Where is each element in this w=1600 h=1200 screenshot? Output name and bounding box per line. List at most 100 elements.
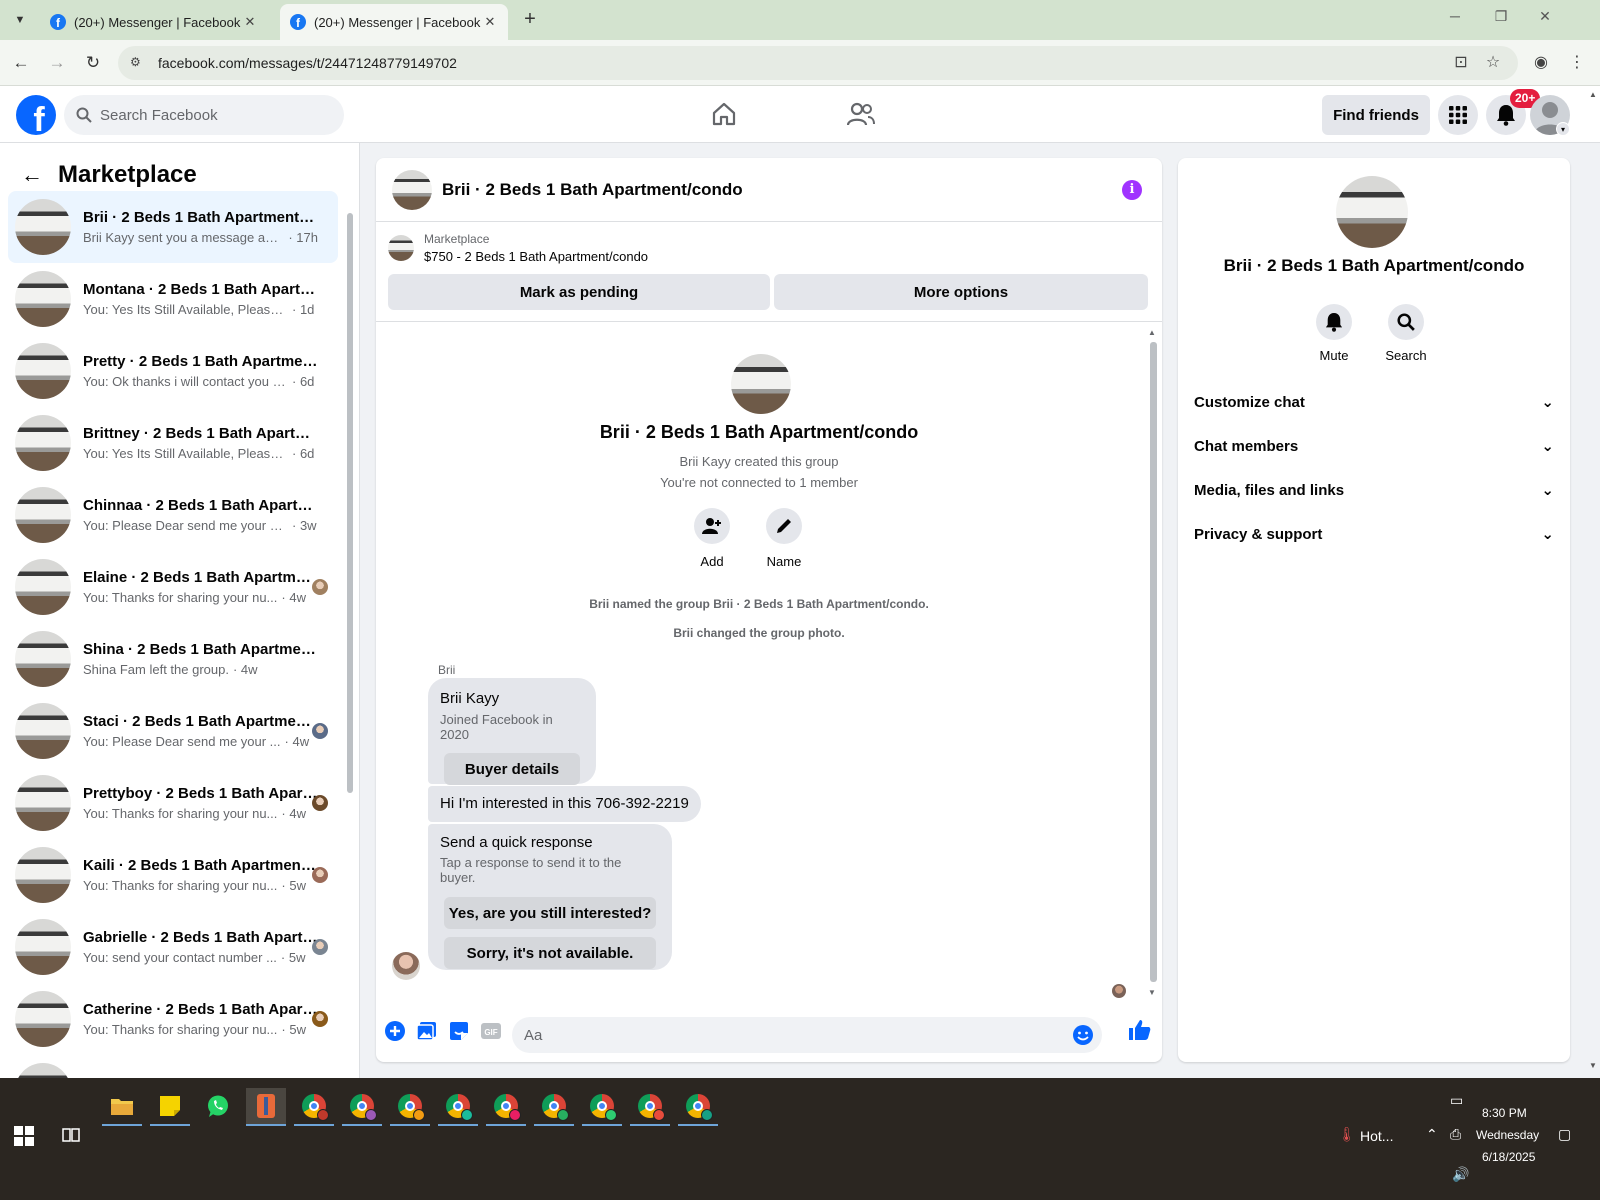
facebook-search-bar[interactable] (64, 95, 344, 135)
more-options-button[interactable]: More options (774, 274, 1148, 310)
conversation-item[interactable]: Shina · 2 Beds 1 Bath Apartment/condo Shi… (8, 623, 338, 695)
add-member-button[interactable]: Add (682, 508, 742, 569)
mark-as-pending-button[interactable]: Mark as pending (388, 274, 770, 310)
conversation-item[interactable]: Elaine · 2 Beds 1 Bath Apartment/condo Yo… (8, 551, 338, 623)
buyer-avatar[interactable] (392, 952, 420, 980)
volume-icon[interactable]: 🔊 (1452, 1166, 1469, 1183)
conversation-item[interactable]: Chinnaa · 2 Beds 1 Bath Apartment/condo Y… (8, 479, 338, 551)
emoji-icon[interactable] (1072, 1024, 1094, 1046)
back-button[interactable]: ← (8, 50, 34, 76)
profile-icon[interactable]: ◉ (1530, 52, 1552, 72)
clock-date[interactable]: 6/18/2025 (1482, 1150, 1535, 1164)
chrome-taskbar-button[interactable] (486, 1088, 526, 1126)
conversation-item[interactable]: Pretty · 2 Beds 1 Bath Apartment/condo Yo… (8, 335, 338, 407)
conversation-item[interactable]: Catherine · 2 Beds 1 Bath Apartment/cond… (8, 983, 338, 1055)
conversation-item[interactable]: Montana · 2 Beds 1 Bath Apartment/condo Y… (8, 263, 338, 335)
weather-thermometer-icon[interactable]: 🌡 (1338, 1126, 1356, 1143)
close-window-button[interactable]: ✕ (1530, 8, 1560, 32)
chrome-taskbar-button[interactable] (678, 1088, 718, 1126)
conversation-item[interactable]: Gabrielle · 2 Beds 1 Bath Apartment/cond… (8, 911, 338, 983)
bookmark-star-icon[interactable]: ☆ (1482, 52, 1504, 72)
sidebar-scrollbar[interactable] (346, 201, 354, 1061)
browser-menu-icon[interactable]: ⋮ (1566, 52, 1588, 72)
weather-text[interactable]: Hot... (1360, 1128, 1393, 1144)
scrollbar-thumb[interactable] (347, 213, 353, 793)
chrome-taskbar-button[interactable] (294, 1088, 334, 1126)
quick-response-interested-button[interactable]: Yes, are you still interested? (444, 897, 656, 929)
chrome-taskbar-button[interactable] (630, 1088, 670, 1126)
conversation-item[interactable]: Staci · 2 Beds 1 Bath Apartment/condo You… (8, 695, 338, 767)
home-nav-button[interactable] (704, 96, 744, 132)
name-group-button[interactable]: Name (754, 508, 814, 569)
chat-title[interactable]: Brii · 2 Beds 1 Bath Apartment/condo (442, 180, 743, 200)
windows-start-icon[interactable] (14, 1126, 34, 1146)
quick-response-unavailable-button[interactable]: Sorry, it's not available. (444, 937, 656, 969)
scrollbar-thumb[interactable] (1150, 342, 1157, 982)
new-tab-button[interactable]: + (518, 8, 542, 32)
browser-tab-2[interactable]: f (20+) Messenger | Facebook ✕ (280, 4, 508, 40)
gif-icon[interactable]: GIF (480, 1020, 502, 1042)
scroll-up-icon[interactable]: ▲ (1589, 90, 1597, 99)
page-scrollbar[interactable]: ▲ ▼ (1586, 86, 1600, 1078)
customize-chat-section[interactable]: Customize chat ⌄ (1194, 382, 1554, 422)
privacy-support-section[interactable]: Privacy & support ⌄ (1194, 514, 1554, 554)
chrome-taskbar-button[interactable] (582, 1088, 622, 1126)
message-input-box[interactable] (512, 1017, 1102, 1053)
tab-close-icon[interactable]: ✕ (242, 14, 258, 30)
task-view-icon[interactable] (62, 1126, 80, 1144)
group-thumbnail[interactable] (392, 169, 432, 210)
conversation-item[interactable]: Kaili · 2 Beds 1 Bath Apartment/condo You… (8, 839, 338, 911)
restore-button[interactable]: ❐ (1486, 8, 1516, 32)
photo-icon[interactable] (416, 1020, 438, 1042)
scroll-up-icon[interactable]: ▲ (1148, 328, 1156, 337)
search-input[interactable] (100, 106, 320, 124)
conversation-item[interactable]: Brii · 2 Beds 1 Bath Apartment/condo Brii… (8, 191, 338, 263)
chat-scrollbar[interactable]: ▲ ▼ (1148, 328, 1158, 1008)
action-center-icon[interactable]: ▢ (1558, 1126, 1571, 1143)
facebook-logo[interactable]: f (16, 95, 56, 135)
buyer-details-button[interactable]: Buyer details (444, 753, 580, 785)
url-text[interactable]: facebook.com/messages/t/2447124877914970… (158, 55, 457, 71)
thumbs-up-icon[interactable] (1128, 1018, 1152, 1042)
listing-info[interactable]: Marketplace $750 - 2 Beds 1 Bath Apartme… (388, 232, 648, 264)
scroll-down-icon[interactable]: ▼ (1148, 988, 1156, 997)
app-taskbar-button[interactable] (246, 1088, 286, 1126)
chat-members-section[interactable]: Chat members ⌄ (1194, 426, 1554, 466)
account-chevron-icon[interactable]: ▾ (1556, 122, 1570, 136)
find-friends-button[interactable]: Find friends (1322, 95, 1430, 135)
meet-now-icon[interactable]: ⎙ (1450, 1126, 1461, 1143)
message-bubble[interactable]: Hi I'm interested in this 706-392-2219 (428, 786, 701, 822)
reload-button[interactable]: ↻ (80, 50, 106, 76)
clock-time[interactable]: 8:30 PM (1482, 1106, 1527, 1120)
install-app-icon[interactable]: ⊡ (1450, 52, 1472, 72)
search-in-conversation-button[interactable]: Search (1376, 304, 1436, 363)
mute-button[interactable]: Mute (1304, 304, 1364, 363)
conversation-item[interactable]: Brittney · 2 Beds 1 Bath Apartment/condo… (8, 407, 338, 479)
browser-tab-1[interactable]: f (20+) Messenger | Facebook ✕ (40, 4, 268, 40)
chrome-taskbar-button[interactable] (534, 1088, 574, 1126)
omnibox[interactable]: ⚙ facebook.com/messages/t/24471248779149… (118, 46, 1518, 80)
tab-close-icon[interactable]: ✕ (482, 14, 498, 30)
info-icon[interactable]: i (1122, 180, 1142, 200)
back-arrow-icon[interactable]: ← (16, 159, 48, 191)
whatsapp-taskbar-button[interactable] (198, 1088, 238, 1126)
scroll-down-icon[interactable]: ▼ (1589, 1061, 1597, 1070)
friends-nav-button[interactable] (841, 96, 881, 132)
sticky-notes-taskbar-button[interactable] (150, 1088, 190, 1126)
conversation-item[interactable]: Prettyboy · 2 Beds 1 Bath Apartment/cond… (8, 767, 338, 839)
show-hidden-icons-icon[interactable]: ⌃ (1426, 1126, 1438, 1143)
chrome-taskbar-button[interactable] (438, 1088, 478, 1126)
site-info-icon[interactable]: ⚙ (130, 55, 146, 71)
conversation-item[interactable]: Bell · 2 Beds 1 Bath Apartment/condo (8, 1055, 338, 1078)
menu-button[interactable] (1438, 95, 1478, 135)
tab-search-button[interactable]: ▼ (8, 8, 32, 32)
chrome-taskbar-button[interactable] (342, 1088, 382, 1126)
file-explorer-taskbar-button[interactable] (102, 1088, 142, 1126)
clock-day[interactable]: Wednesday (1476, 1128, 1539, 1142)
sticker-icon[interactable] (448, 1020, 470, 1042)
message-input[interactable] (524, 1026, 1044, 1044)
media-files-links-section[interactable]: Media, files and links ⌄ (1194, 470, 1554, 510)
chrome-taskbar-button[interactable] (390, 1088, 430, 1126)
network-icon[interactable]: ▭ (1450, 1092, 1463, 1109)
plus-icon[interactable] (384, 1020, 406, 1042)
